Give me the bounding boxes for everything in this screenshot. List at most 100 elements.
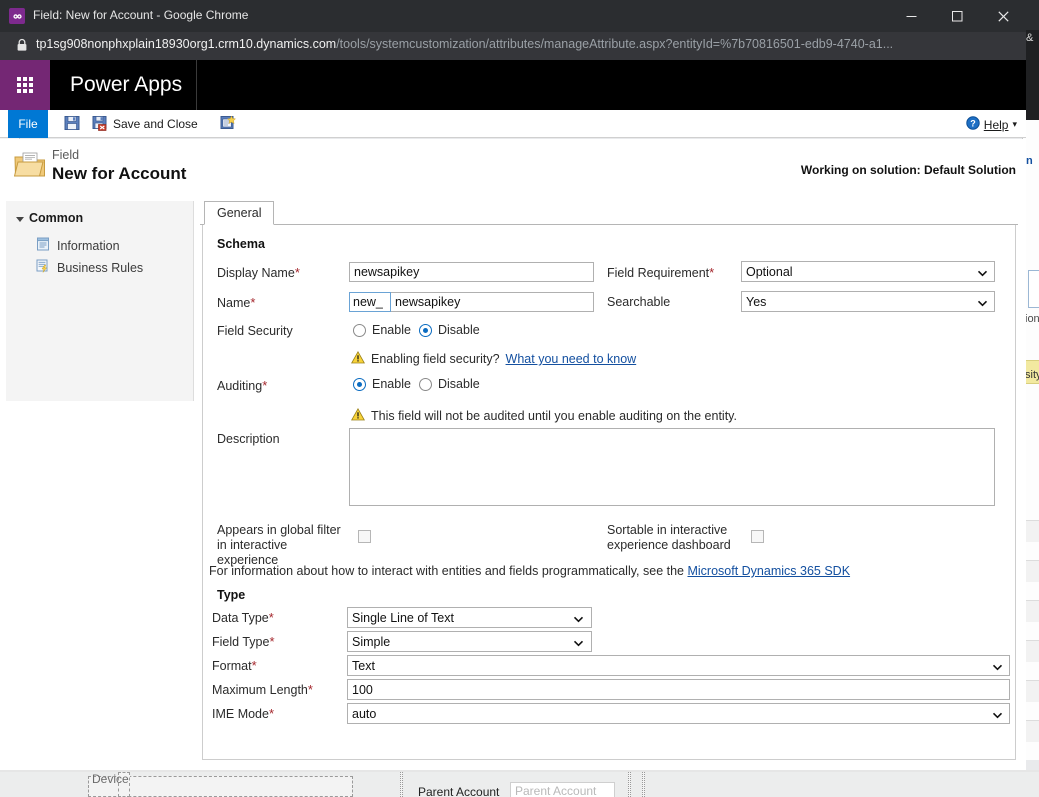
app-title: Power Apps <box>70 73 183 96</box>
sortable-label: Sortable in interactive experience dashb… <box>607 523 731 552</box>
save-button[interactable] <box>60 111 84 137</box>
field-security-warning-link[interactable]: What you need to know <box>506 352 637 366</box>
field-requirement-label-text: Field Requirement <box>607 266 710 280</box>
new-field-button[interactable] <box>216 111 240 137</box>
field-security-disable-radio[interactable]: Disable <box>419 323 480 337</box>
background-form-divider-3 <box>642 772 645 797</box>
format-label: Format* <box>212 658 257 673</box>
description-textarea[interactable] <box>349 428 995 506</box>
radio-icon <box>353 323 366 337</box>
auditing-enable-label: Enable <box>372 377 411 391</box>
entity-kicker: Field <box>52 148 80 162</box>
browser-window: Field: New for Account - Google Chrome t… <box>0 0 1026 60</box>
window-controls <box>888 0 1026 32</box>
field-security-warning: Enabling field security? What you need t… <box>351 350 637 367</box>
auditing-enable-radio[interactable]: Enable <box>353 377 411 391</box>
file-menu-tab[interactable]: File <box>8 110 48 138</box>
required-marker: * <box>709 265 715 280</box>
information-icon <box>36 237 50 254</box>
background-form-divider-2 <box>628 772 631 797</box>
field-type-select[interactable]: SimpleCalculatedRollup <box>347 631 592 652</box>
screen: & n ion sity Parent Account Parent Accou… <box>0 0 1039 797</box>
sdk-link[interactable]: Microsoft Dynamics 365 SDK <box>687 564 850 578</box>
description-label: Description <box>217 432 280 446</box>
browser-titlebar[interactable]: Field: New for Account - Google Chrome <box>0 0 1026 32</box>
business-rules-icon <box>36 259 50 276</box>
help-caret-icon: ▾ <box>1012 119 1017 129</box>
help-button[interactable]: ? Help ▾ <box>966 116 1017 133</box>
format-select[interactable]: TextEmailText AreaURLTicker SymbolPhone <box>347 655 1010 676</box>
command-bar-buttons: Save and Close <box>60 110 240 138</box>
save-and-close-label: Save and Close <box>113 117 198 131</box>
field-type-label: Field Type* <box>212 634 275 649</box>
url-text[interactable]: tp1sg908nonphxplain18930org1.crm10.dynam… <box>36 37 996 51</box>
field-requirement-label: Field Requirement* <box>607 265 714 280</box>
auditing-label-text: Auditing <box>217 379 263 393</box>
sidebar-group-common[interactable]: Common <box>16 211 83 225</box>
name-label: Name* <box>217 295 255 310</box>
display-name-label-text: Display Name <box>217 266 295 280</box>
minimize-button[interactable] <box>888 0 934 32</box>
tab-general[interactable]: General <box>204 201 275 225</box>
header-divider <box>196 60 197 110</box>
new-field-icon <box>220 114 236 134</box>
url-host: tp1sg908nonphxplain18930org1.crm10.dynam… <box>36 37 337 51</box>
save-and-close-button[interactable]: Save and Close <box>88 111 202 137</box>
global-filter-checkbox[interactable] <box>358 530 371 543</box>
background-fragment-amp: & <box>1026 32 1033 44</box>
app-launcher-icon[interactable] <box>0 60 50 110</box>
url-path: /tools/systemcustomization/attributes/ma… <box>336 37 894 51</box>
required-marker: * <box>307 682 313 697</box>
data-type-label-text: Data Type <box>212 611 269 625</box>
format-label-text: Format <box>212 659 252 673</box>
maximize-button[interactable] <box>934 0 980 32</box>
background-right-titlebar <box>1026 0 1039 30</box>
required-marker: * <box>268 706 275 721</box>
page-title: New for Account <box>52 164 187 183</box>
auditing-disable-radio[interactable]: Disable <box>419 377 480 391</box>
background-highlight-cell: sity <box>1024 360 1039 384</box>
data-type-select[interactable]: Single Line of TextOption SetTwo Options… <box>347 607 592 628</box>
required-marker: * <box>268 610 274 625</box>
field-security-disable-label: Disable <box>438 323 480 337</box>
type-section-title: Type <box>217 588 246 602</box>
schema-section-title: Schema <box>217 237 265 251</box>
maximum-length-input[interactable] <box>347 679 1010 700</box>
field-requirement-select[interactable]: OptionalBusiness RecommendedBusiness Req… <box>741 261 995 282</box>
background-fragment-city: sity <box>1025 369 1039 381</box>
searchable-label: Searchable <box>607 295 671 309</box>
powerapps-icon <box>9 8 25 24</box>
warning-triangle-icon <box>351 350 365 367</box>
sidebar-item-information[interactable]: Information <box>36 237 120 254</box>
required-marker: * <box>269 634 275 649</box>
lock-icon <box>16 38 28 57</box>
close-button[interactable] <box>980 0 1026 32</box>
field-security-enable-radio[interactable]: Enable <box>353 323 411 337</box>
sortable-checkbox[interactable] <box>751 530 764 543</box>
display-name-input[interactable] <box>349 262 594 282</box>
browser-address-bar[interactable]: tp1sg908nonphxplain18930org1.crm10.dynam… <box>0 32 1026 60</box>
required-marker: * <box>251 658 257 673</box>
field-security-enable-label: Enable <box>372 323 411 337</box>
auditing-warning-text: This field will not be audited until you… <box>371 409 737 423</box>
save-and-close-icon <box>92 115 108 134</box>
name-prefix-input[interactable] <box>349 292 391 312</box>
svg-text:?: ? <box>970 118 976 128</box>
maximum-length-label: Maximum Length* <box>212 682 313 697</box>
solution-note: Working on solution: Default Solution <box>800 163 1016 177</box>
field-security-warning-text: Enabling field security? <box>371 352 500 366</box>
background-parent-account-input: Parent Account <box>510 782 615 797</box>
data-type-label: Data Type* <box>212 610 274 625</box>
general-tab-panel: Schema Display Name* Field Requirement* … <box>202 225 1016 760</box>
name-input[interactable] <box>391 292 594 312</box>
ime-mode-select[interactable]: autoinactiveactivedisabled <box>347 703 1010 724</box>
folder-icon <box>13 151 46 184</box>
sidebar-group-label: Common <box>29 211 84 225</box>
searchable-select[interactable]: YesNo <box>741 291 995 312</box>
auditing-label: Auditing* <box>217 378 267 393</box>
warning-triangle-icon <box>351 407 365 424</box>
background-form-divider <box>400 772 403 797</box>
help-icon: ? <box>966 116 980 133</box>
sidebar-item-business-rules[interactable]: Business Rules <box>36 259 143 276</box>
radio-icon-selected <box>353 377 366 391</box>
